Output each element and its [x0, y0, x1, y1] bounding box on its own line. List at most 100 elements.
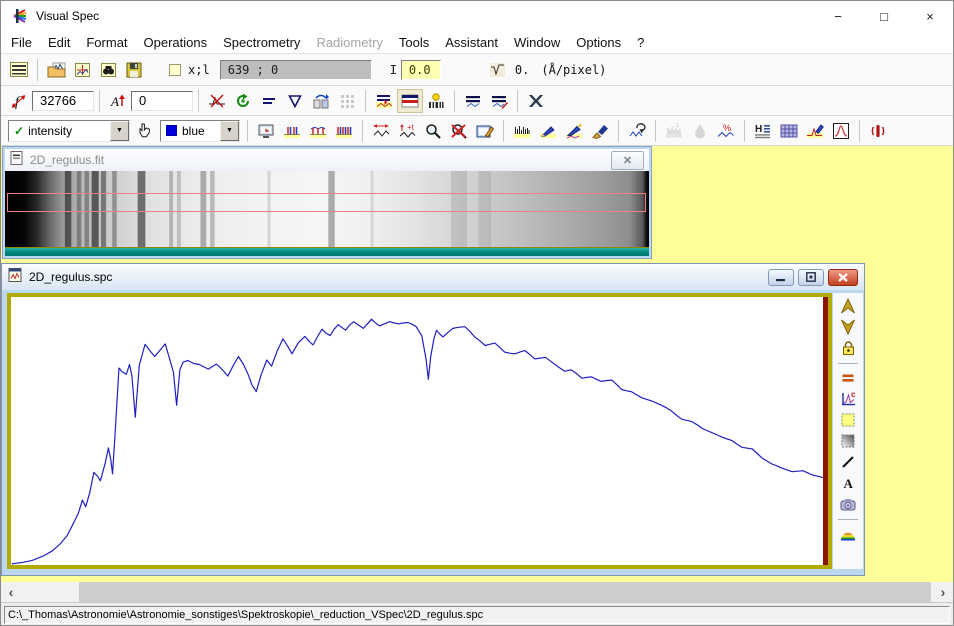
stripes-icon[interactable] — [397, 89, 423, 113]
profile-icon[interactable] — [6, 58, 32, 82]
menu-edit[interactable]: Edit — [40, 32, 78, 53]
scrollbar-thumb[interactable] — [79, 582, 931, 602]
cross-profiles-icon[interactable] — [204, 89, 230, 113]
nav-up-icon[interactable] — [836, 296, 860, 316]
menu-help[interactable]: ? — [629, 32, 652, 53]
scroll-left-arrow[interactable]: ‹ — [1, 582, 21, 602]
undo-curve-icon[interactable] — [624, 119, 650, 143]
toolbar-separator — [362, 120, 363, 142]
h-lines-icon[interactable] — [256, 89, 282, 113]
rainbow-icon[interactable] — [836, 524, 860, 544]
status-bar: C:\_Thomas\Astronomie\Astronomie_sonstig… — [1, 602, 953, 626]
dark-lines-red-icon[interactable] — [486, 89, 512, 113]
pencil-icon[interactable] — [535, 119, 561, 143]
intensity-min-field[interactable]: 0 — [131, 91, 193, 111]
continuum-1-icon[interactable] — [279, 119, 305, 143]
cursor-intensity-field[interactable]: 0.0 — [401, 60, 441, 80]
edit-window-icon[interactable] — [69, 58, 95, 82]
fit-document-icon — [10, 151, 24, 170]
svg-text:A: A — [844, 476, 854, 491]
fx-icon[interactable]: f — [6, 89, 32, 113]
grid-dots-icon — [334, 89, 360, 113]
fill-yellow-icon[interactable] — [836, 410, 860, 430]
speaker-icon[interactable] — [865, 119, 891, 143]
replot-icon[interactable]: c — [836, 389, 860, 409]
edit-frame-icon[interactable] — [472, 119, 498, 143]
spc-minimize-button[interactable] — [768, 269, 794, 286]
spc-restore-button[interactable] — [798, 269, 824, 286]
menu-options[interactable]: Options — [568, 32, 629, 53]
equals-icon[interactable] — [836, 368, 860, 388]
toolbar-separator — [37, 59, 38, 81]
spc-close-button[interactable] — [828, 269, 858, 286]
overlay-profiles-icon[interactable] — [371, 89, 397, 113]
menu-spectrometry[interactable]: Spectrometry — [215, 32, 308, 53]
a-shift-icon[interactable]: A — [105, 89, 131, 113]
continuum-3-icon[interactable] — [331, 119, 357, 143]
menu-operations[interactable]: Operations — [136, 32, 216, 53]
coord-mode-checkbox[interactable] — [169, 64, 181, 76]
nabla-icon[interactable] — [282, 89, 308, 113]
fill-gradient-icon[interactable] — [836, 431, 860, 451]
horizontal-scrollbar[interactable]: ‹ › — [1, 582, 953, 602]
color-select-dropdown[interactable]: blue▼ — [160, 120, 240, 142]
chevron-down-icon[interactable]: ▼ — [220, 121, 239, 141]
menu-tools[interactable]: Tools — [391, 32, 437, 53]
draw-line-icon[interactable] — [836, 452, 860, 472]
save-icon[interactable] — [121, 58, 147, 82]
zigzag-shift-icon[interactable]: +t — [394, 119, 420, 143]
h-elements-icon[interactable]: H — [750, 119, 776, 143]
continuum-2-icon[interactable] — [305, 119, 331, 143]
maximize-button[interactable]: □ — [861, 1, 907, 31]
pencil-add-icon[interactable] — [561, 119, 587, 143]
gaussian-icon[interactable] — [828, 119, 854, 143]
hand-icon[interactable] — [132, 119, 158, 143]
percent-curve-icon[interactable]: % — [713, 119, 739, 143]
rotate-icon[interactable] — [230, 89, 256, 113]
barcode-icon[interactable] — [423, 89, 449, 113]
toolbar-tools: ✓intensity▼ blue▼ +t 1% H — [1, 116, 953, 146]
lock-icon[interactable] — [836, 338, 860, 358]
row-selection-rect[interactable] — [7, 193, 646, 212]
svg-text:c: c — [851, 391, 856, 399]
filter-comb-icon[interactable] — [509, 119, 535, 143]
zoom-off-icon[interactable] — [446, 119, 472, 143]
open-file-icon[interactable] — [43, 58, 69, 82]
swap-columns-icon[interactable] — [308, 89, 334, 113]
nav-down-icon[interactable] — [836, 317, 860, 337]
profile-plot[interactable] — [11, 297, 823, 565]
color-swatch — [166, 125, 177, 136]
dispersion-icon[interactable] — [485, 58, 511, 82]
brush-icon[interactable] — [587, 119, 613, 143]
fit-window-titlebar[interactable]: 2D_regulus.fit ✕ — [5, 149, 649, 171]
close-button[interactable]: × — [907, 1, 953, 31]
screen-pick-icon[interactable] — [253, 119, 279, 143]
shear-icon[interactable] — [523, 89, 549, 113]
camera-icon[interactable] — [836, 494, 860, 514]
browse-icon[interactable] — [95, 58, 121, 82]
menu-file[interactable]: File — [3, 32, 40, 53]
chevron-down-icon[interactable]: ▼ — [110, 121, 129, 141]
series-select-dropdown[interactable]: ✓intensity▼ — [8, 120, 130, 142]
spectrum-strip-image[interactable] — [5, 171, 649, 247]
text-label-icon[interactable]: A — [836, 473, 860, 493]
pencil-plot-icon[interactable] — [802, 119, 828, 143]
fit-close-button[interactable]: ✕ — [611, 151, 644, 170]
zigzag-arrows-icon[interactable] — [368, 119, 394, 143]
intensity-max-field[interactable]: 32766 — [32, 91, 94, 111]
spc-window-titlebar[interactable]: 2D_regulus.spc — [2, 264, 864, 290]
comb-icon: 1 — [661, 119, 687, 143]
menu-assistant[interactable]: Assistant — [437, 32, 506, 53]
status-file-path: C:\_Thomas\Astronomie\Astronomie_sonstig… — [4, 606, 950, 624]
scroll-right-arrow[interactable]: › — [933, 582, 953, 602]
menu-format[interactable]: Format — [78, 32, 135, 53]
periodic-table-icon[interactable] — [776, 119, 802, 143]
side-toolbar-separator — [838, 363, 858, 364]
svg-text:%: % — [723, 123, 731, 133]
menu-window[interactable]: Window — [506, 32, 568, 53]
minimize-button[interactable]: − — [815, 1, 861, 31]
cursor-position-field[interactable]: 639 ; 0 — [220, 60, 372, 80]
check-icon: ✓ — [14, 124, 24, 138]
zoom-icon[interactable] — [420, 119, 446, 143]
dark-lines-blue-icon[interactable] — [460, 89, 486, 113]
